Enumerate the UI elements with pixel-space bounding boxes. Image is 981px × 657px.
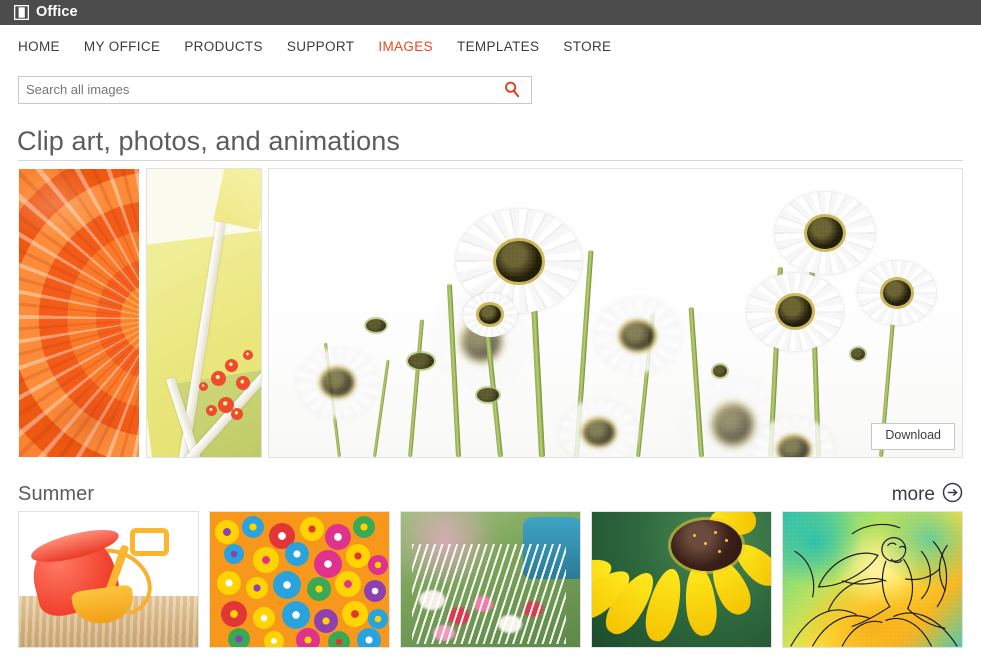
featured-tile-paper-craft[interactable] [146,168,262,458]
more-link-summer[interactable]: more [892,482,963,507]
page-title: Clip art, photos, and animations [17,126,400,156]
nav-item-home[interactable]: HOME [18,39,60,54]
featured-image-row: Download [18,168,963,458]
section-title: Summer [18,483,95,505]
download-button[interactable]: Download [871,423,955,450]
primary-nav: HOME MY OFFICE PRODUCTS SUPPORT IMAGES T… [0,25,981,67]
image-paper-craft [147,169,261,457]
thumbnail-watering-can[interactable] [400,511,581,648]
image-flower-pattern [210,512,389,647]
nav-item-templates[interactable]: TEMPLATES [457,39,539,54]
search-icon [503,80,521,101]
search-button[interactable] [493,77,531,103]
section-header-summer: Summer more [18,481,963,507]
nav-item-products[interactable]: PRODUCTS [184,39,263,54]
nav-item-images[interactable]: IMAGES [378,39,433,54]
image-white-daisies [269,169,962,457]
arrow-right-circle-icon [942,482,963,507]
thumbnail-fairy-illustration[interactable] [782,511,963,648]
image-gerbera-daisy [19,169,139,457]
more-link-label: more [891,483,935,505]
office-home-link[interactable]: Office [14,5,78,20]
search-input[interactable] [19,77,493,103]
page-root: Office HOME MY OFFICE PRODUCTS SUPPORT I… [0,0,981,657]
thumbnail-black-eyed-susan[interactable] [591,511,772,648]
image-fairy-illustration [783,512,962,647]
office-suite-bar: Office [0,0,981,25]
featured-tile-gerbera[interactable] [18,168,140,458]
nav-item-my-office[interactable]: MY OFFICE [84,39,160,54]
image-watering-can [401,512,580,647]
title-divider [18,160,963,161]
thumbnail-sand-pail[interactable] [18,511,199,648]
search-bar [18,76,532,104]
image-sand-pail [19,512,198,647]
image-black-eyed-susan [592,512,771,647]
featured-tile-daisies[interactable]: Download [268,168,963,458]
thumbnail-flower-pattern[interactable] [209,511,390,648]
office-logo-icon [14,5,29,20]
nav-item-support[interactable]: SUPPORT [287,39,354,54]
nav-item-store[interactable]: STORE [563,39,611,54]
office-suite-name: Office [36,4,78,21]
thumbnail-row-summer [18,511,963,648]
